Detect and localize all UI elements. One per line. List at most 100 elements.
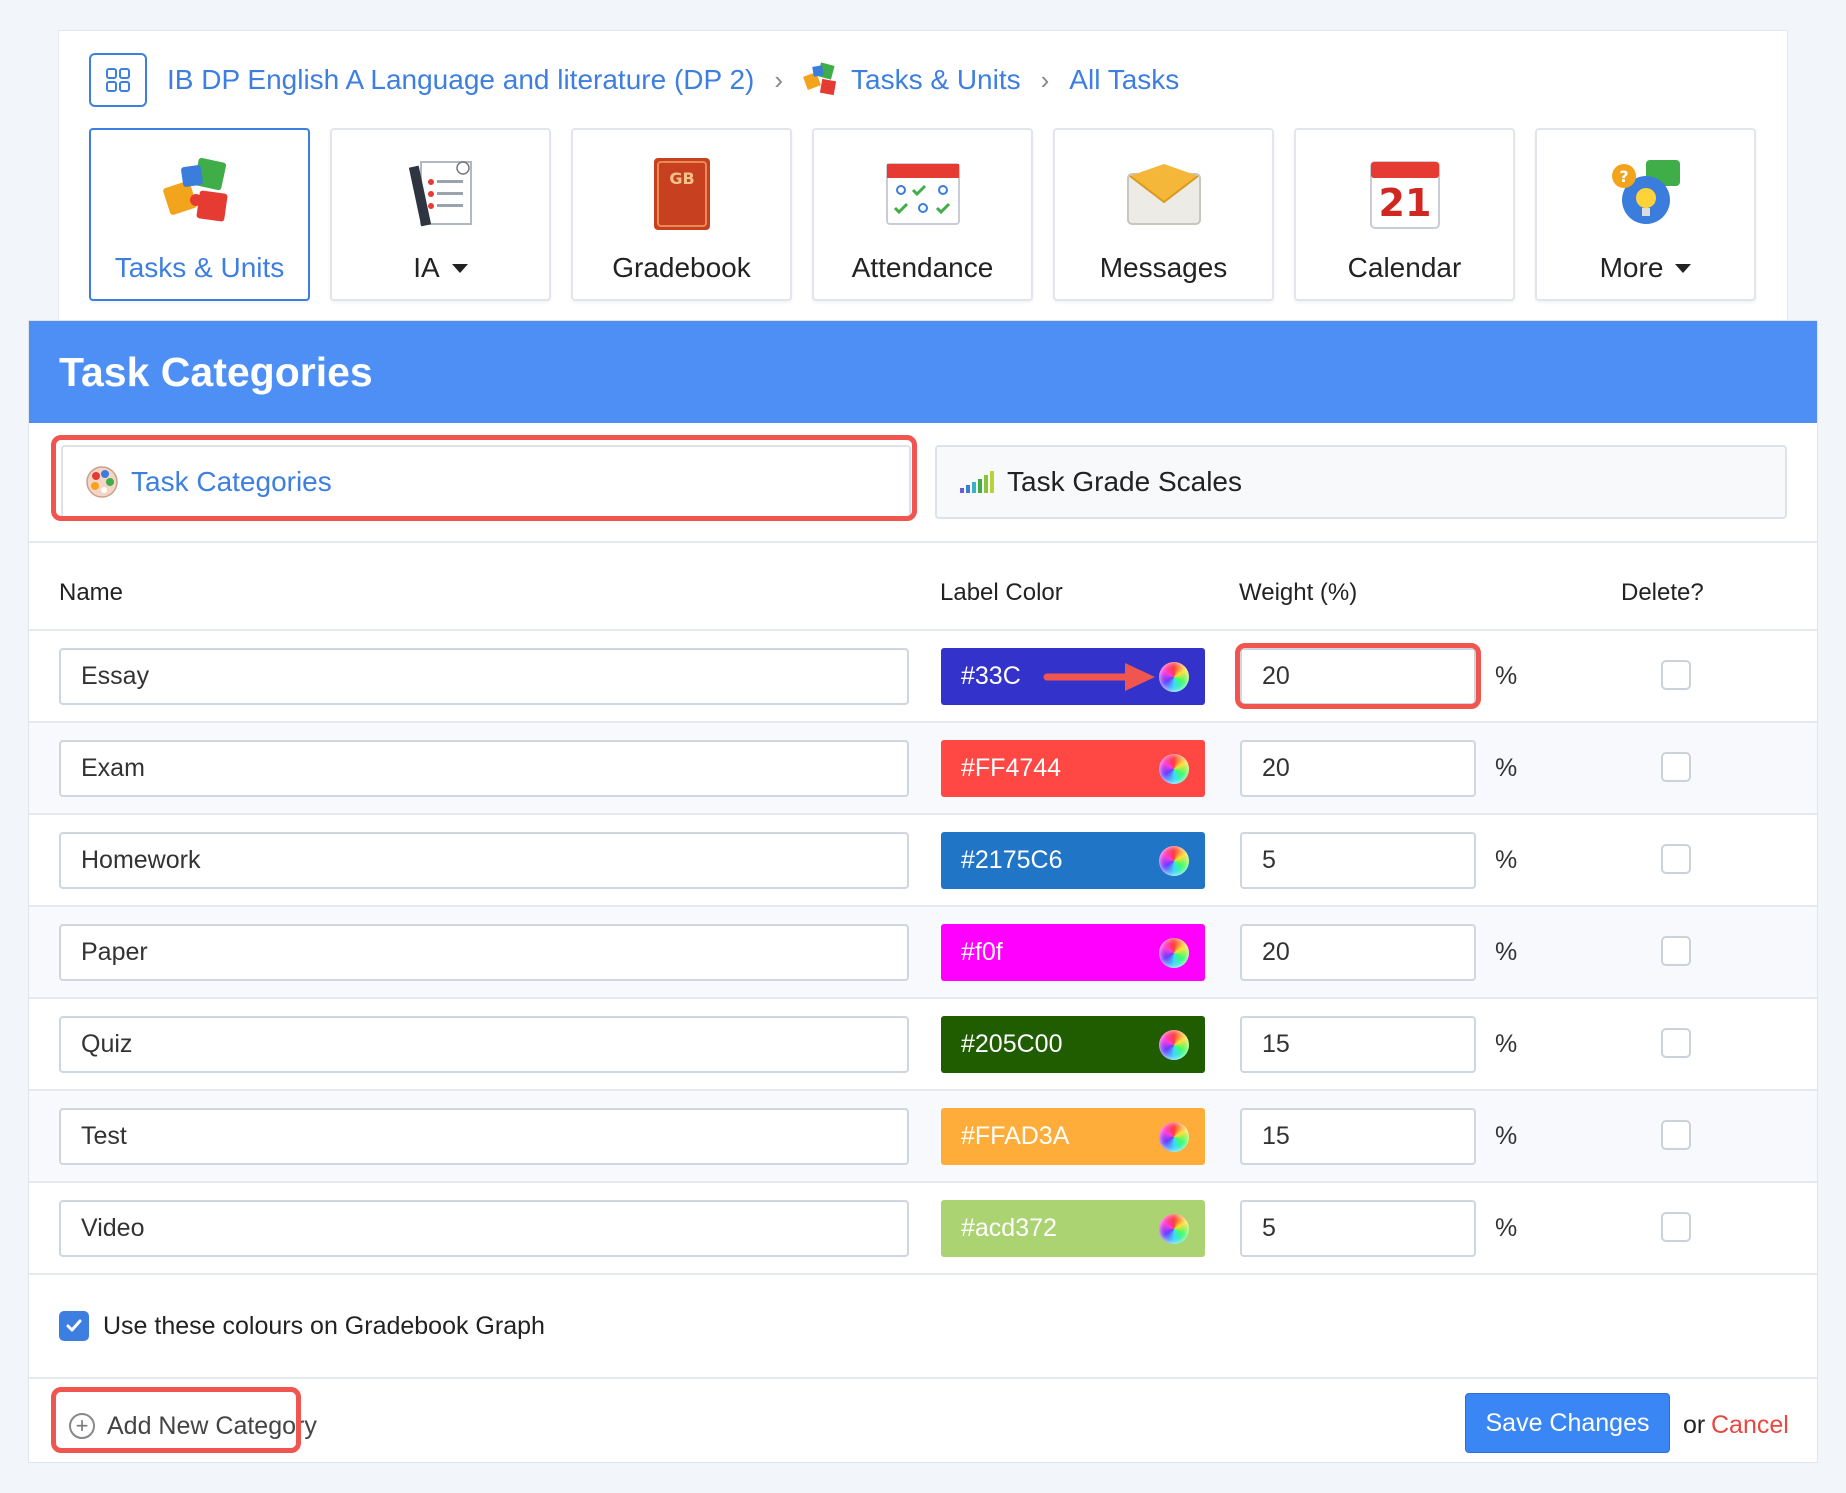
plus-circle-icon: + [69, 1413, 95, 1439]
delete-checkbox[interactable] [1661, 1120, 1691, 1150]
delete-checkbox[interactable] [1661, 1028, 1691, 1058]
save-changes-button[interactable]: Save Changes [1465, 1393, 1670, 1453]
category-name-input[interactable]: Quiz [59, 1016, 909, 1073]
tile-label-text: More [1599, 252, 1664, 283]
breadcrumb-course-link[interactable]: IB DP English A Language and literature … [167, 64, 754, 96]
percent-sign: % [1495, 662, 1518, 690]
envelope-icon [1122, 152, 1206, 236]
tile-attendance[interactable]: Attendance [812, 128, 1033, 301]
color-hex: #acd372 [961, 1214, 1057, 1242]
panel-title: Task Categories [29, 321, 1817, 423]
category-name-input[interactable]: Essay [59, 648, 909, 705]
header-name: Name [59, 579, 124, 606]
delete-checkbox[interactable] [1661, 1212, 1691, 1242]
puzzle-icon [158, 152, 242, 236]
weight-input[interactable]: 15 [1240, 1108, 1476, 1165]
weight-input[interactable]: 20 [1240, 740, 1476, 797]
grid-icon [106, 68, 130, 92]
tile-messages[interactable]: Messages [1053, 128, 1274, 301]
delete-checkbox[interactable] [1661, 660, 1691, 690]
apps-grid-button[interactable] [89, 53, 147, 107]
settings-tabs: Task Categories Task Grade Scales [29, 423, 1817, 543]
percent-sign: % [1495, 1030, 1518, 1058]
breadcrumb-chevron-icon: › [1040, 64, 1050, 95]
tile-label: IA [413, 252, 468, 284]
delete-checkbox[interactable] [1661, 844, 1691, 874]
add-new-category-label: Add New Category [107, 1411, 317, 1440]
percent-sign: % [1495, 1122, 1518, 1150]
category-name-input[interactable]: Video [59, 1200, 909, 1257]
tile-tasks-units[interactable]: Tasks & Units [89, 128, 310, 301]
header-weight: Weight (%) [1239, 579, 1358, 606]
breadcrumb: IB DP English A Language and literature … [89, 53, 1179, 107]
color-picker-icon[interactable] [1159, 754, 1189, 784]
label-color-field[interactable]: #f0f [941, 924, 1205, 981]
puzzle-icon [803, 62, 839, 98]
delete-checkbox[interactable] [1661, 936, 1691, 966]
gradebook-icon: GB [640, 152, 724, 236]
label-color-field[interactable]: #205C00 [941, 1016, 1205, 1073]
percent-sign: % [1495, 754, 1518, 782]
label-color-field[interactable]: #2175C6 [941, 832, 1205, 889]
add-new-category-button[interactable]: + Add New Category [69, 1401, 317, 1451]
color-hex: #2175C6 [961, 846, 1063, 874]
tile-gradebook[interactable]: GB Gradebook [571, 128, 792, 301]
weight-input[interactable]: 5 [1240, 832, 1476, 889]
course-nav-card: IB DP English A Language and literature … [58, 30, 1788, 328]
tile-more[interactable]: ? More [1535, 128, 1756, 301]
calendar-day: 21 [1378, 181, 1431, 225]
color-picker-icon[interactable] [1159, 1030, 1189, 1060]
gradebook-colours-option: Use these colours on Gradebook Graph [29, 1275, 1817, 1379]
color-picker-icon[interactable] [1159, 1122, 1189, 1152]
attendance-icon [881, 152, 965, 236]
color-picker-icon[interactable] [1159, 938, 1189, 968]
tile-label: Gradebook [612, 252, 751, 283]
category-row: Homework #2175C6 5 % [29, 815, 1817, 907]
breadcrumb-section-link[interactable]: Tasks & Units [851, 64, 1021, 96]
percent-sign: % [1495, 1214, 1518, 1242]
percent-sign: % [1495, 938, 1518, 966]
tab-label: Task Grade Scales [1007, 466, 1242, 497]
color-hex: #205C00 [961, 1030, 1063, 1058]
tab-task-categories[interactable]: Task Categories [61, 445, 911, 519]
breadcrumb-page-link[interactable]: All Tasks [1069, 64, 1179, 96]
label-color-field[interactable]: #FF4744 [941, 740, 1205, 797]
task-categories-panel: Task Categories Task Categories Task Gra… [28, 320, 1818, 1463]
tile-calendar[interactable]: 21 Calendar [1294, 128, 1515, 301]
delete-checkbox[interactable] [1661, 752, 1691, 782]
caret-down-icon [1675, 263, 1692, 273]
category-name-input[interactable]: Homework [59, 832, 909, 889]
category-row: Quiz #205C00 15 % [29, 999, 1817, 1091]
table-header: Name Label Color Weight (%) Delete? [29, 543, 1817, 631]
category-row: Paper #f0f 20 % [29, 907, 1817, 999]
header-label-color: Label Color [940, 579, 1063, 606]
category-name-input[interactable]: Test [59, 1108, 909, 1165]
or-text: or [1683, 1411, 1706, 1439]
weight-input[interactable]: 20 [1240, 648, 1476, 705]
tile-label: More [1600, 252, 1692, 284]
color-picker-icon[interactable] [1159, 1214, 1189, 1244]
tab-task-grade-scales[interactable]: Task Grade Scales [935, 445, 1787, 519]
weight-input[interactable]: 20 [1240, 924, 1476, 981]
color-hex: #FFAD3A [961, 1122, 1070, 1150]
category-name-input[interactable]: Exam [59, 740, 909, 797]
tile-ia[interactable]: IA [330, 128, 551, 301]
label-color-field[interactable]: #FFAD3A [941, 1108, 1205, 1165]
help-bubble-icon: ? [1604, 152, 1688, 236]
category-name-input[interactable]: Paper [59, 924, 909, 981]
header-delete: Delete? [1621, 579, 1704, 606]
cancel-link[interactable]: Cancel [1711, 1411, 1789, 1440]
svg-text:?: ? [1619, 167, 1628, 186]
arrow-annotation-icon [1043, 663, 1155, 691]
tile-label: Attendance [851, 252, 994, 283]
category-row: Essay #33C 20 % [29, 631, 1817, 723]
tile-label: Messages [1099, 252, 1228, 283]
color-picker-icon[interactable] [1159, 662, 1189, 692]
weight-input[interactable]: 15 [1240, 1016, 1476, 1073]
checklist-icon [399, 152, 483, 236]
color-picker-icon[interactable] [1159, 846, 1189, 876]
label-color-field[interactable]: #acd372 [941, 1200, 1205, 1257]
gradebook-colours-checkbox[interactable] [59, 1311, 89, 1341]
tab-label: Task Categories [131, 466, 332, 497]
weight-input[interactable]: 5 [1240, 1200, 1476, 1257]
